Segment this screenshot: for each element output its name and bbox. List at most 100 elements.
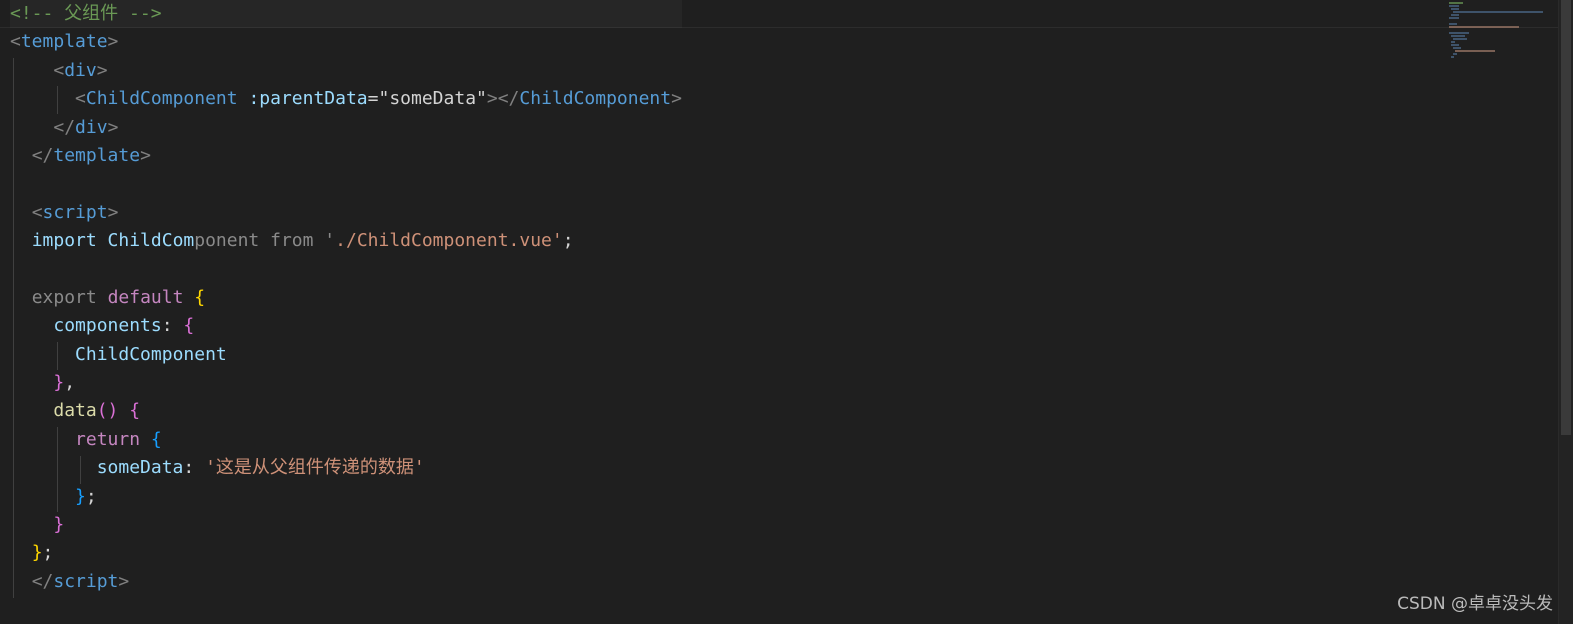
minimap-line [1449,32,1469,34]
code-line[interactable]: } [10,511,682,539]
minimap-line [1449,5,1459,7]
minimap-line [1449,26,1519,28]
code-line[interactable]: }; [10,483,682,511]
code-token: template [53,144,141,166]
code-token: ChildComponent [75,343,227,365]
code-line[interactable]: </script> [10,568,682,596]
code-token: > [107,116,119,138]
code-token: components [53,315,162,337]
code-token: ChildComponent [85,88,238,110]
code-token: script [53,570,119,592]
code-token: } [53,372,65,394]
code-token: { [129,400,141,422]
code-token: < [75,88,86,110]
code-token: return [75,428,141,450]
minimap-line [1455,50,1495,52]
code-line[interactable]: <script> [10,199,682,227]
minimap-line [1453,53,1457,55]
code-line[interactable]: <div> [10,57,682,85]
code-lines[interactable]: <!-- 父组件 --> <template> <div> <ChildCompo… [10,0,682,596]
watermark: CSDN @卓卓没头发 [1397,594,1553,614]
minimap-line [1451,14,1459,16]
code-line[interactable]: components: { [10,312,682,340]
minimap-line [1453,38,1467,40]
code-token: export [31,286,97,308]
code-token: ./Child [335,230,411,252]
code-line[interactable] [10,256,682,284]
code-token: script [42,201,108,223]
code-token: </ [53,116,76,138]
code-token: <!-- 父组件 --> [10,3,162,24]
minimap-line [1453,47,1461,49]
code-token: </ [31,570,54,592]
code-token: < [31,201,43,223]
code-token: default [107,286,184,308]
code-line[interactable]: someData: '这是从父组件传递的数据' [10,454,682,482]
code-token: import [31,230,108,252]
code-token: div [75,116,108,138]
code-line[interactable]: </template> [10,142,682,170]
code-token: } [53,514,65,536]
minimap-line [1451,35,1465,37]
code-line[interactable]: import ChildComponent from './ChildCompo… [10,227,682,255]
code-token: </ [31,144,54,166]
code-token: someData [96,457,184,479]
code-token: > [671,88,682,110]
code-token: = [367,88,379,110]
code-token: "someData" [378,88,487,110]
code-line[interactable]: }; [10,539,682,567]
code-token: ; [562,230,574,252]
code-token: < [10,31,21,53]
code-token: < [53,59,65,81]
code-token: > [140,144,151,166]
code-token: : [183,457,206,479]
vertical-scrollbar[interactable] [1558,0,1573,624]
code-line[interactable]: }, [10,369,682,397]
code-line[interactable]: <ChildComponent :parentData="someData"><… [10,85,682,113]
code-line[interactable]: return { [10,426,682,454]
code-token: () [96,400,119,422]
code-line[interactable]: <template> [10,28,682,56]
code-token: , [64,372,76,394]
code-token: ; [42,542,54,564]
minimap-line [1451,56,1454,58]
minimap-line [1449,23,1457,25]
code-line[interactable]: export default { [10,284,682,312]
minimap-line [1451,44,1459,46]
code-token: > [96,59,108,81]
code-line[interactable]: data() { [10,397,682,425]
scrollbar-thumb[interactable] [1561,0,1571,435]
code-token: > [107,31,119,53]
code-line[interactable]: </div> [10,114,682,142]
code-token: { [150,428,162,450]
minimap[interactable] [1445,0,1555,60]
code-line[interactable]: <!-- 父组件 --> [10,0,682,28]
code-token: ponent from ' [194,230,336,252]
code-line[interactable]: ChildComponent [10,341,682,369]
code-token: ></ [486,88,520,110]
code-token: } [31,542,43,564]
code-editor[interactable]: <!-- 父组件 --> <template> <div> <ChildCompo… [0,0,1573,624]
code-token: template [20,31,108,53]
code-token: { [194,286,206,308]
code-line[interactable] [10,170,682,198]
code-token: div [64,59,97,81]
